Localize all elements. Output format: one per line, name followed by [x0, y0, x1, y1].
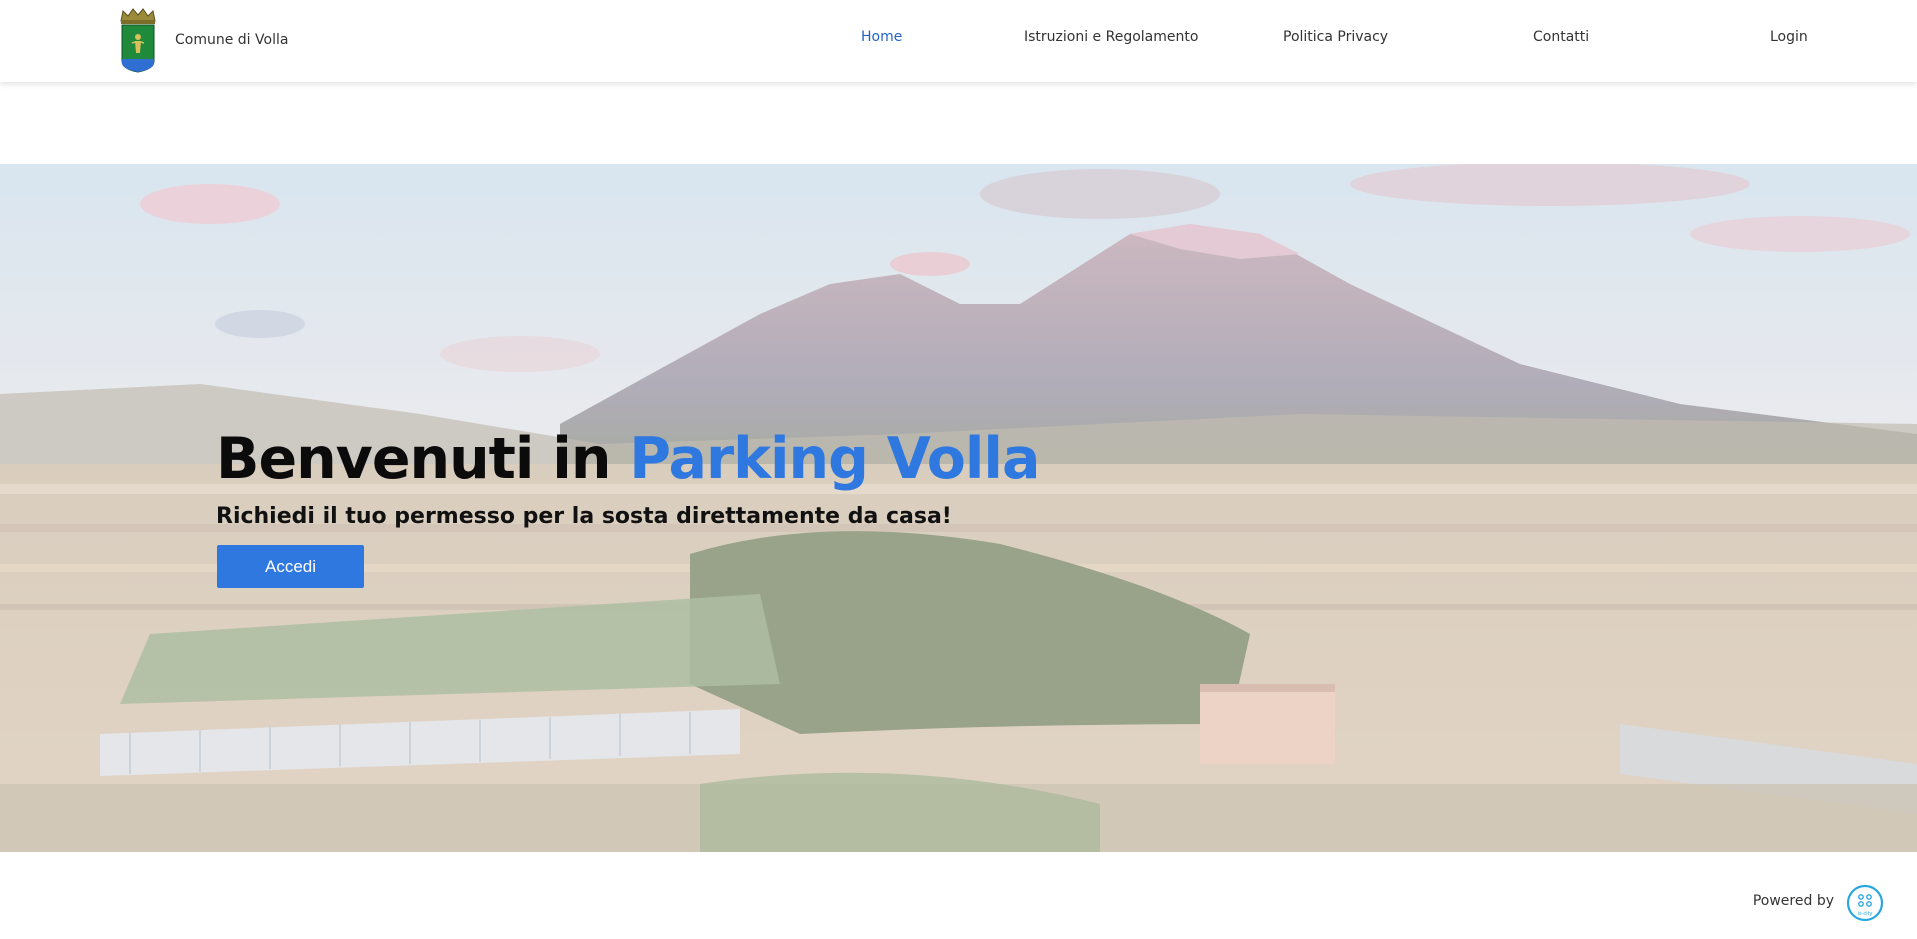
nav-login[interactable]: Login: [1770, 29, 1808, 45]
accedi-button[interactable]: Accedi: [217, 545, 364, 588]
powered-by-label: Powered by: [1752, 893, 1834, 909]
hero-title: Benvenuti in Parking Volla: [216, 426, 1040, 492]
hero-title-accent: Parking Volla: [629, 426, 1040, 492]
is-city-logo-text: is-city: [1858, 911, 1873, 917]
nav-contatti[interactable]: Contatti: [1533, 29, 1589, 45]
hero-title-prefix: Benvenuti in: [216, 426, 630, 492]
hero-subtitle: Richiedi il tuo permesso per la sosta di…: [216, 504, 952, 529]
nav-politica-privacy[interactable]: Politica Privacy: [1283, 29, 1388, 45]
hero-banner: Benvenuti in Parking Volla Richiedi il t…: [0, 164, 1917, 852]
is-city-logo-icon[interactable]: is-city: [1846, 884, 1884, 922]
nav-istruzioni-regolamento[interactable]: Istruzioni e Regolamento: [1024, 29, 1198, 45]
brand-name: Comune di Volla: [175, 32, 289, 48]
top-navbar: Comune di Volla Home Istruzioni e Regola…: [0, 0, 1917, 82]
brand[interactable]: Comune di Volla: [117, 7, 288, 73]
nav-home[interactable]: Home: [861, 29, 902, 45]
coat-of-arms-icon: [120, 8, 156, 73]
